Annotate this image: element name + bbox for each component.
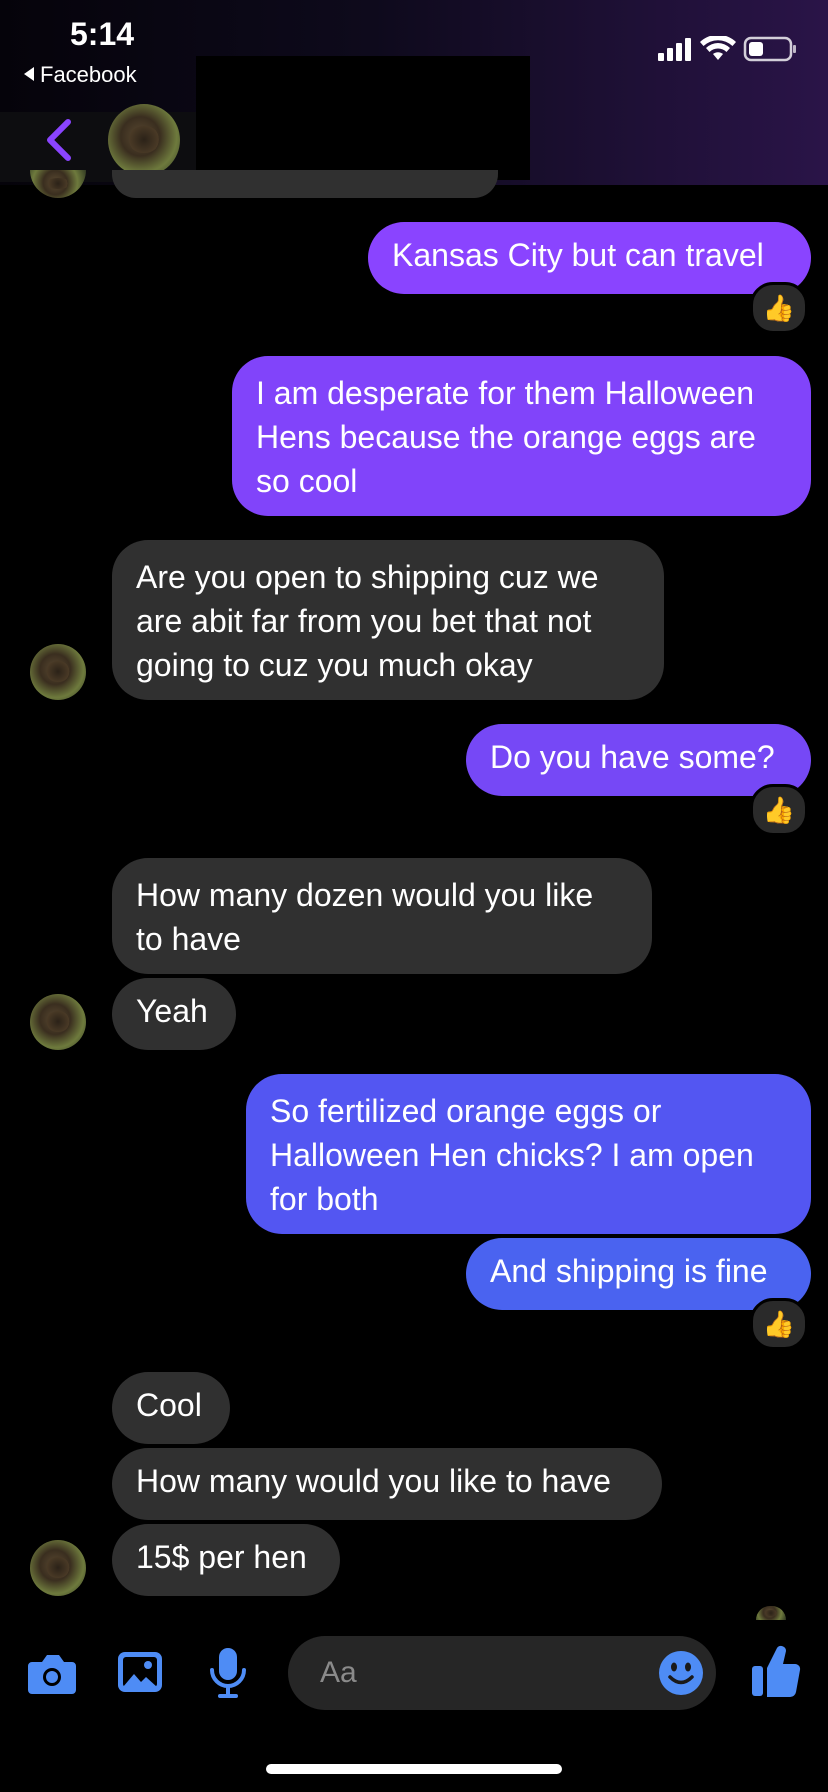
message-bubble-incoming[interactable]: 15$ per hen [112, 1524, 340, 1596]
chevron-left-icon [47, 119, 71, 161]
reaction-thumbs-up-icon[interactable]: 👍 [750, 784, 808, 836]
partial-incoming-bubble [112, 170, 498, 198]
thumbs-up-button[interactable] [750, 1642, 802, 1700]
message-bubble-incoming[interactable]: Yeah [112, 978, 236, 1050]
battery-icon [743, 36, 796, 62]
message-bubble-outgoing[interactable]: So fertilized orange eggs or Halloween H… [246, 1074, 811, 1234]
status-time: 5:14 [70, 16, 135, 52]
message-bubble-incoming[interactable]: How many dozen would you like to have [112, 858, 652, 974]
message-input-placeholder: Aa [320, 1656, 357, 1689]
cellular-signal-icon [658, 38, 691, 61]
microphone-icon [210, 1648, 246, 1698]
reaction-thumbs-up-icon[interactable]: 👍 [750, 282, 808, 334]
back-app-label: Facebook [40, 62, 137, 87]
sender-avatar [30, 170, 86, 198]
microphone-button[interactable] [208, 1646, 248, 1700]
contact-avatar[interactable] [108, 104, 180, 176]
home-indicator[interactable] [266, 1764, 562, 1774]
message-bubble-outgoing[interactable]: Kansas City but can travel [368, 222, 811, 294]
message-bubble-incoming[interactable]: How many would you like to have [112, 1448, 662, 1520]
camera-button[interactable] [26, 1650, 78, 1696]
emoji-icon [659, 1651, 703, 1695]
back-button[interactable] [40, 118, 80, 162]
read-receipt-avatar [756, 1606, 786, 1620]
gallery-icon [118, 1652, 162, 1692]
redacted-contact-name [196, 56, 530, 180]
back-triangle-icon [24, 67, 34, 82]
status-icons [658, 34, 798, 67]
back-to-app-link[interactable]: Facebook [24, 62, 137, 88]
camera-icon [28, 1655, 76, 1694]
message-composer: Aa [0, 1620, 828, 1730]
sender-avatar [30, 1540, 86, 1596]
message-bubble-outgoing[interactable]: And shipping is fine [466, 1238, 811, 1310]
message-bubble-incoming[interactable]: Are you open to shipping cuz we are abit… [112, 540, 664, 700]
message-bubble-outgoing[interactable]: I am desperate for them Halloween Hens b… [232, 356, 811, 516]
sender-avatar [30, 994, 86, 1050]
sender-avatar [30, 644, 86, 700]
message-bubble-outgoing[interactable]: Do you have some? [466, 724, 811, 796]
message-bubble-incoming[interactable]: Cool [112, 1372, 230, 1444]
reaction-thumbs-up-icon[interactable]: 👍 [750, 1298, 808, 1350]
message-input[interactable]: Aa [288, 1636, 716, 1710]
wifi-icon [700, 34, 736, 60]
gallery-button[interactable] [116, 1650, 164, 1694]
thumbs-up-icon [752, 1646, 801, 1698]
emoji-button[interactable] [658, 1650, 704, 1696]
